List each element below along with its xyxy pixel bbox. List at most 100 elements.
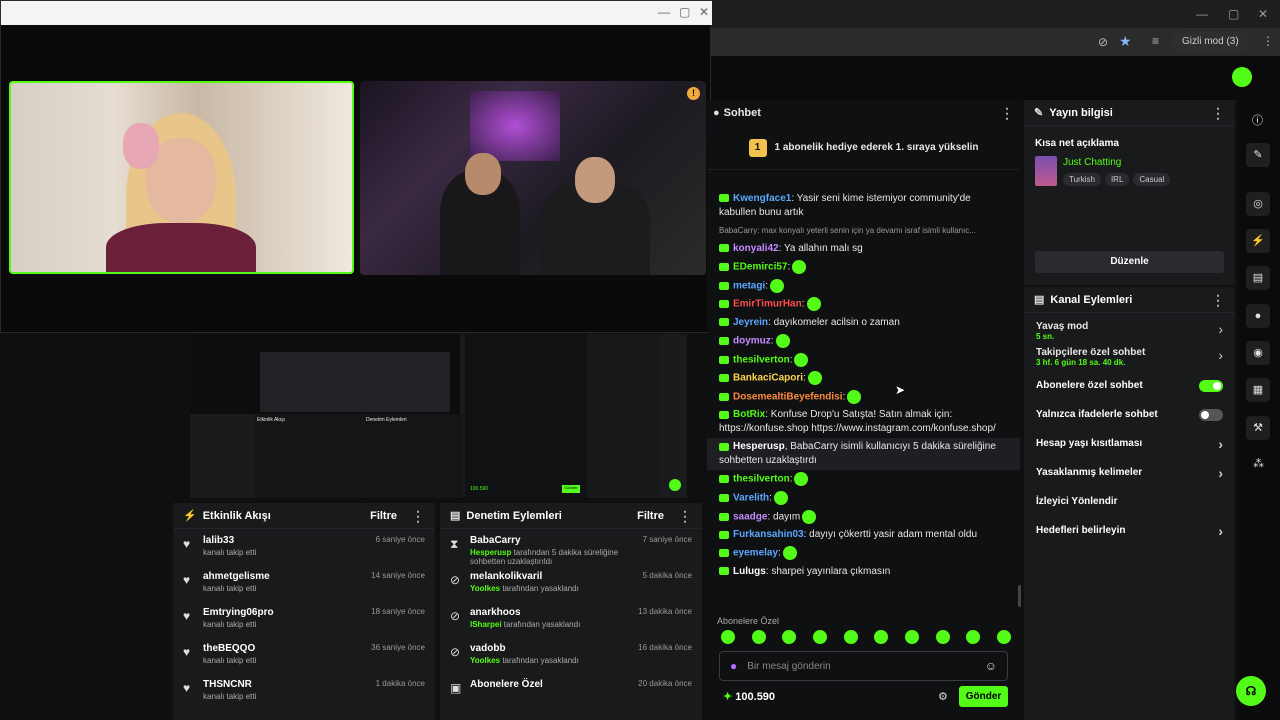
followers-only-row[interactable]: Takipçilere özel sohbet 3 hf. 6 gün 18 sa… (1024, 341, 1235, 367)
moderator-name[interactable]: Yoolkes (470, 656, 500, 665)
chat-username[interactable]: metagi (733, 280, 765, 291)
emote-icon[interactable] (966, 630, 981, 644)
account-age-row[interactable]: Hesap yaşı kısıtlaması › (1024, 429, 1235, 458)
slow-mode-row[interactable]: Yavaş mod 5 sn. › (1024, 313, 1235, 341)
close-icon[interactable]: ✕ (1258, 7, 1268, 21)
pencil-icon[interactable]: ✎ (1246, 143, 1270, 167)
filter-button[interactable]: Filtre (637, 510, 664, 522)
goals-row[interactable]: Hedefleri belirleyin › (1024, 516, 1235, 545)
close-icon[interactable]: ✕ (699, 5, 709, 19)
emote-icon[interactable] (721, 630, 735, 644)
chat-username[interactable]: saadge (733, 511, 767, 522)
send-button[interactable]: Gönder (959, 686, 1008, 707)
emote-icon (847, 389, 862, 404)
mod-target[interactable]: vadobb (470, 643, 638, 654)
info-icon[interactable]: ⓘ (1252, 112, 1263, 128)
viewer-redirect-row[interactable]: İzleyici Yönlendir (1024, 487, 1235, 516)
browser-menu-icon[interactable]: ⋮ (1262, 34, 1274, 48)
moderator-name[interactable]: Yoolkes (470, 584, 500, 593)
chat-username[interactable]: EDemirci57 (733, 262, 787, 273)
emote-icon[interactable] (874, 630, 889, 644)
kebab-icon[interactable]: ⋮ (1211, 106, 1225, 120)
category-link[interactable]: Just Chatting (1063, 157, 1121, 168)
event-username[interactable]: ahmetgelisme (203, 571, 270, 582)
minimize-icon[interactable]: — (658, 5, 670, 19)
eye-off-icon[interactable]: ⊘ (1098, 35, 1108, 49)
chat-username[interactable]: EmirTimurHan (733, 299, 802, 310)
incognito-badge[interactable]: Gizli mod (3) (1172, 31, 1249, 53)
event-username[interactable]: lalib33 (203, 535, 256, 546)
emote-icon[interactable] (904, 630, 919, 644)
moderator-name[interactable]: lSharpei (470, 620, 502, 629)
lightning-icon[interactable]: ⚡ (1246, 229, 1270, 253)
chat-username[interactable]: BankaciCapori (733, 373, 803, 384)
tag-chip[interactable]: IRL (1104, 173, 1130, 186)
chat-username[interactable]: thesilverton (733, 354, 790, 365)
moderator-name[interactable]: Hesperusp (470, 548, 511, 557)
star-icon[interactable]: ★ (1119, 33, 1132, 50)
media-icon[interactable]: ≡ (1152, 34, 1159, 48)
emote-icon[interactable] (751, 630, 766, 644)
event-username[interactable]: Emtrying06pro (203, 607, 274, 618)
settings-gear-icon[interactable]: ⚙ (938, 690, 948, 703)
chat-username[interactable]: Jeyrein (733, 317, 768, 328)
chat-username[interactable]: doymuz (733, 336, 771, 347)
chat-username[interactable]: DosemealtiBeyefendisi (733, 391, 843, 402)
chat-username[interactable]: eyemelay (733, 548, 778, 559)
note-icon[interactable]: ▤ (1246, 266, 1270, 290)
event-username[interactable]: THSNCNR (203, 679, 256, 690)
avatar[interactable] (1232, 67, 1252, 87)
moderation-panel: ▤ Denetim Eylemleri Filtre ⋮ ⧗ BabaCarry Hesp… (440, 503, 702, 720)
kebab-icon[interactable]: ⋮ (678, 509, 692, 523)
pinned-gift-banner[interactable]: 1 1 abonelik hediye ederek 1. sıraya yük… (707, 126, 1020, 170)
emote-icon[interactable] (935, 630, 950, 644)
chat-scrollbar[interactable] (1018, 585, 1021, 607)
emotes-only-toggle[interactable] (1199, 408, 1223, 421)
chat-username[interactable]: Varelith (733, 493, 769, 504)
emote-icon[interactable] (812, 630, 827, 644)
maximize-icon[interactable]: ▢ (1228, 7, 1239, 21)
chat-username[interactable]: Lulugs (733, 566, 766, 577)
chat-icon[interactable]: ● (1246, 304, 1270, 328)
mod-target[interactable]: Abonelere Özel (470, 679, 638, 690)
maximize-icon[interactable]: ▢ (679, 5, 690, 19)
apps-icon[interactable]: ⁂ (1253, 457, 1264, 470)
chat-username[interactable]: Hesperusp (733, 441, 785, 452)
event-username[interactable]: theBEQQO (203, 643, 256, 654)
banned-words-row[interactable]: Yasaklanmış kelimeler › (1024, 458, 1235, 487)
chat-message: eyemelay: (707, 544, 1020, 563)
chat-username[interactable]: thesilverton (733, 474, 790, 485)
chat-username[interactable]: Kwengface1 (733, 193, 791, 204)
mod-target[interactable]: melankolikvaril (470, 571, 643, 582)
mod-target[interactable]: BabaCarry (470, 535, 643, 546)
broadcast-icon[interactable]: ◉ (1246, 341, 1270, 365)
filter-button[interactable]: Filtre (370, 510, 397, 522)
emote-icon[interactable] (996, 630, 1011, 644)
emoji-icon[interactable]: ☺ (985, 659, 997, 673)
emote-icon[interactable] (843, 630, 858, 644)
tag-chip[interactable]: Turkish (1063, 173, 1101, 186)
chat-input[interactable]: Bir mesaj gönderin (747, 661, 984, 672)
chat-input-box[interactable]: ● Bir mesaj gönderin ☺ (719, 651, 1008, 681)
microphone-icon[interactable]: ● (730, 659, 737, 673)
chat-username[interactable]: BotRix (733, 409, 765, 420)
emote-icon[interactable] (782, 630, 797, 644)
wrench-icon[interactable]: ⚒ (1246, 416, 1270, 440)
layout-icon[interactable]: ▦ (1246, 378, 1270, 402)
tag-chip[interactable]: Casual (1133, 173, 1171, 186)
chat-username[interactable]: Furkansahin03 (733, 529, 804, 540)
kebab-icon[interactable]: ⋮ (1000, 106, 1014, 120)
kick-coins[interactable]: ✦ 100.590 (723, 690, 775, 703)
chat-username[interactable]: konyali42 (733, 243, 779, 254)
kebab-icon[interactable]: ⋮ (1211, 293, 1225, 307)
chat-message: EDemirci57: (707, 258, 1020, 277)
edit-button[interactable]: Düzenle (1035, 251, 1224, 273)
support-headset-icon[interactable]: ☊ (1236, 676, 1266, 706)
kebab-icon[interactable]: ⋮ (411, 509, 425, 523)
minimize-icon[interactable]: — (1196, 7, 1208, 21)
subs-only-toggle[interactable] (1199, 379, 1223, 392)
chevron-right-icon: › (1218, 464, 1223, 481)
mod-target[interactable]: anarkhoos (470, 607, 638, 618)
target-icon[interactable]: ◎ (1246, 192, 1270, 216)
sub-badge-icon (719, 392, 729, 401)
